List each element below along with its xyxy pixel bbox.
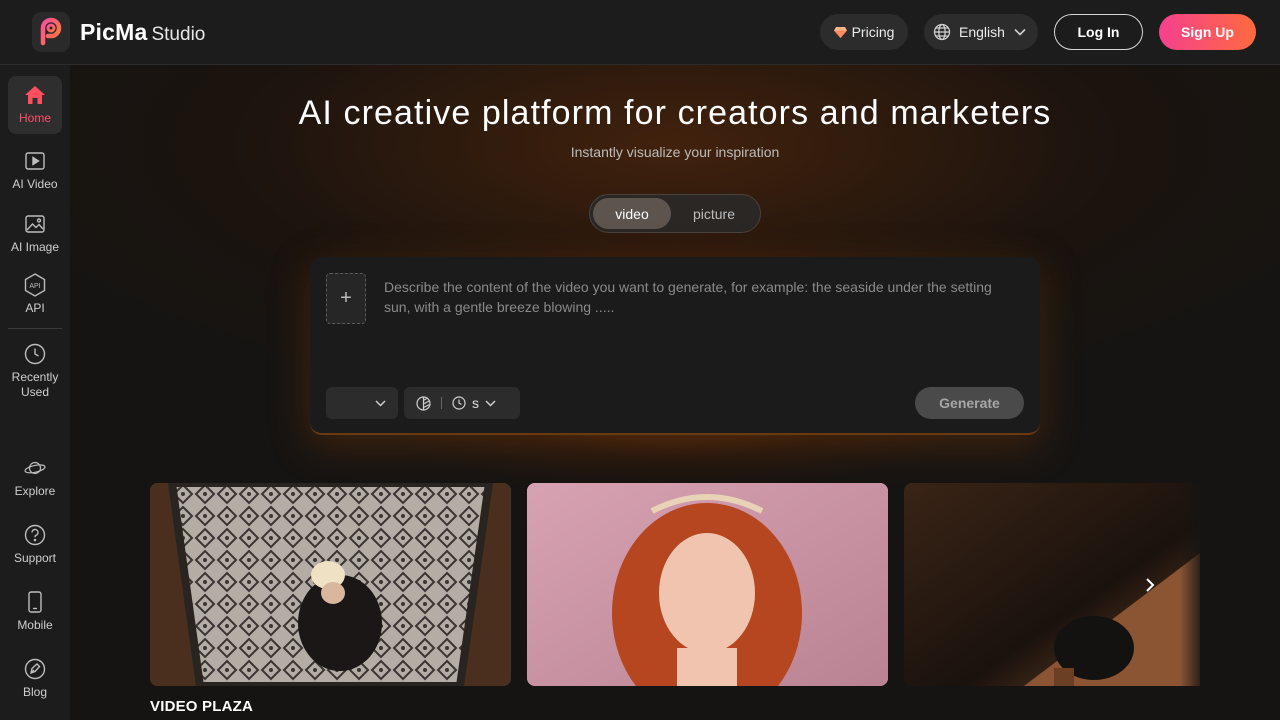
svg-text:API: API [29,283,40,290]
prompt-panel: + s Generate [310,257,1040,435]
signup-button[interactable]: Sign Up [1159,14,1256,50]
mobile-icon [24,591,46,613]
blog-icon [24,658,46,680]
video-card[interactable] [527,483,888,686]
plus-icon: + [340,287,352,309]
globe-icon [933,23,951,41]
chevron-down-icon [1014,28,1026,36]
gallery-fade [1180,483,1280,686]
chevron-right-icon [1145,577,1155,593]
sidebar-item-label: Support [13,551,57,565]
sidebar-item-label: AI Video [12,177,58,191]
generate-button[interactable]: Generate [915,387,1024,419]
video-settings-select[interactable]: s [404,387,520,419]
language-select[interactable]: English [924,14,1038,50]
timer-icon [452,396,466,410]
sidebar-item-ai-video[interactable]: AI Video [8,150,62,192]
sidebar-item-home[interactable]: Home [8,76,62,134]
sidebar-item-support[interactable]: Support [8,524,62,566]
sidebar-item-label: Mobile [17,618,53,632]
prompt-input[interactable] [384,277,1014,367]
hero-title: AI creative platform for creators and ma… [298,94,1052,132]
chevron-down-icon [375,399,386,407]
sidebar-item-recently-used[interactable]: Recently Used [8,343,62,400]
sidebar-item-blog[interactable]: Blog [8,658,62,700]
pricing-label: Pricing [851,24,895,40]
duration-value: s [472,395,479,411]
tab-picture[interactable]: picture [675,198,753,229]
brand-name[interactable]: PicMa Studio [80,19,205,46]
chevron-down-icon [485,399,496,407]
image-icon [24,213,46,235]
main-content: AI creative platform for creators and ma… [70,65,1280,720]
carousel-next-button[interactable] [1136,571,1164,599]
video-thumbnail [527,483,888,686]
planet-icon [24,457,46,479]
language-label: English [959,24,1005,40]
video-thumbnail [150,483,511,686]
pricing-button[interactable]: Pricing [820,14,908,50]
home-icon [24,84,46,106]
hero-subtitle: Instantly visualize your inspiration [570,144,780,160]
sidebar-item-label: API [25,301,45,315]
gem-icon [833,26,847,38]
brand-main-text: PicMa [80,19,148,45]
sidebar-item-label: AI Image [10,240,60,254]
video-card[interactable] [150,483,511,686]
sidebar-item-explore[interactable]: Explore [8,457,62,499]
top-header: PicMa Studio Pricing English Log In Sign… [0,0,1280,65]
brand-sub-text: Studio [151,24,206,45]
section-title-video-plaza: VIDEO PLAZA [150,698,254,715]
sidebar-item-ai-image[interactable]: AI Image [8,213,62,255]
login-button[interactable]: Log In [1054,14,1143,50]
sidebar-item-label: Recently Used [11,370,59,399]
clock-icon [24,343,46,365]
sidebar-item-label: Explore [14,484,56,498]
sidebar-item-label: Home [18,111,51,125]
mode-toggle: video picture [589,194,761,233]
sidebar-item-api[interactable]: API API [8,273,62,316]
sidebar-item-label: Blog [22,685,48,699]
logo[interactable] [32,12,70,52]
model-select[interactable] [326,387,398,419]
sidebar-item-mobile[interactable]: Mobile [8,591,62,633]
sidebar: Home AI Video AI Image API API Recently … [0,65,70,720]
question-icon [24,524,46,546]
divider [441,397,442,409]
upload-image-button[interactable]: + [326,273,366,324]
api-icon: API [24,273,46,297]
sidebar-divider [8,328,62,329]
aspect-ratio-icon [416,395,431,411]
tab-video[interactable]: video [593,198,671,229]
video-icon [24,150,46,172]
logo-icon [32,12,70,52]
